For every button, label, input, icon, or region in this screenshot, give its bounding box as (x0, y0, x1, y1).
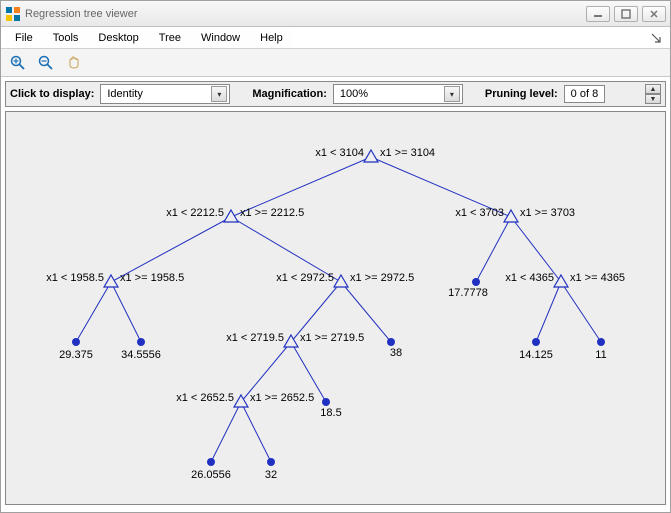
app-icon (5, 6, 21, 22)
chevron-down-icon: ▾ (211, 86, 227, 102)
maximize-button[interactable] (614, 6, 638, 22)
leaf-label: 26.0556 (191, 469, 231, 481)
split-label: x1 < 2212.5 (166, 207, 224, 219)
click-display-label: Click to display: (10, 88, 94, 100)
split-label: x1 < 2972.5 (276, 272, 334, 284)
leaf-label: 29.375 (59, 349, 93, 361)
split-label: x1 >= 1958.5 (120, 272, 184, 284)
leaf-label: 17.7778 (448, 287, 488, 299)
toolbar (1, 49, 670, 77)
split-label: x1 >= 3703 (520, 207, 575, 219)
magnification-dropdown[interactable]: 100% ▾ (333, 84, 463, 104)
click-display-value: Identity (107, 88, 142, 100)
leaf-label: 11 (595, 349, 606, 361)
split-label: x1 < 1958.5 (46, 272, 104, 284)
leaf-label: 14.125 (519, 349, 553, 361)
split-label: x1 >= 2972.5 (350, 272, 414, 284)
split-label: x1 >= 2212.5 (240, 207, 304, 219)
titlebar: Regression tree viewer (1, 1, 670, 27)
menu-file[interactable]: File (5, 27, 43, 48)
pruning-value-box: 0 of 8 (564, 85, 606, 103)
menu-tree[interactable]: Tree (149, 27, 191, 48)
menu-window[interactable]: Window (191, 27, 250, 48)
tree-canvas[interactable]: x1 < 3104 x1 >= 3104 x1 < 2212.5 x1 >= 2… (5, 111, 666, 505)
controls-bar: Click to display: Identity ▾ Magnificati… (5, 81, 666, 107)
leaf-label: 38 (390, 347, 402, 359)
zoom-in-icon[interactable] (7, 52, 29, 74)
split-label: x1 >= 2719.5 (300, 332, 364, 344)
window-controls (586, 6, 666, 22)
pruning-spinner: ▲ ▼ (645, 84, 661, 104)
split-label: x1 >= 2652.5 (250, 392, 314, 404)
minimize-button[interactable] (586, 6, 610, 22)
leaf-label: 18.5 (320, 407, 341, 419)
split-label: x1 < 2652.5 (176, 392, 234, 404)
magnification-label: Magnification: (252, 88, 327, 100)
window-title: Regression tree viewer (25, 8, 586, 20)
pruning-down-button[interactable]: ▼ (645, 94, 661, 104)
menu-desktop[interactable]: Desktop (88, 27, 148, 48)
split-label: x1 < 3703 (455, 207, 504, 219)
chevron-down-icon: ▾ (444, 86, 460, 102)
leaf-label: 34.5556 (121, 349, 161, 361)
regression-tree-svg: x1 < 3104 x1 >= 3104 x1 < 2212.5 x1 >= 2… (6, 112, 661, 502)
click-display-dropdown[interactable]: Identity ▾ (100, 84, 230, 104)
split-label: x1 < 4365 (505, 272, 554, 284)
pan-hand-icon[interactable] (63, 52, 85, 74)
magnification-value: 100% (340, 88, 368, 100)
menu-tools[interactable]: Tools (43, 27, 89, 48)
menu-help[interactable]: Help (250, 27, 293, 48)
menubar: File Tools Desktop Tree Window Help (1, 27, 670, 49)
dock-corner-icon[interactable] (646, 27, 666, 48)
split-label: x1 >= 3104 (380, 147, 435, 159)
pruning-up-button[interactable]: ▲ (645, 84, 661, 94)
split-label: x1 < 3104 (315, 147, 364, 159)
close-button[interactable] (642, 6, 666, 22)
split-label: x1 >= 4365 (570, 272, 625, 284)
split-label: x1 < 2719.5 (226, 332, 284, 344)
zoom-out-icon[interactable] (35, 52, 57, 74)
leaf-label: 32 (265, 469, 277, 481)
pruning-label: Pruning level: (485, 88, 558, 100)
pruning-value: 0 of 8 (571, 88, 599, 100)
